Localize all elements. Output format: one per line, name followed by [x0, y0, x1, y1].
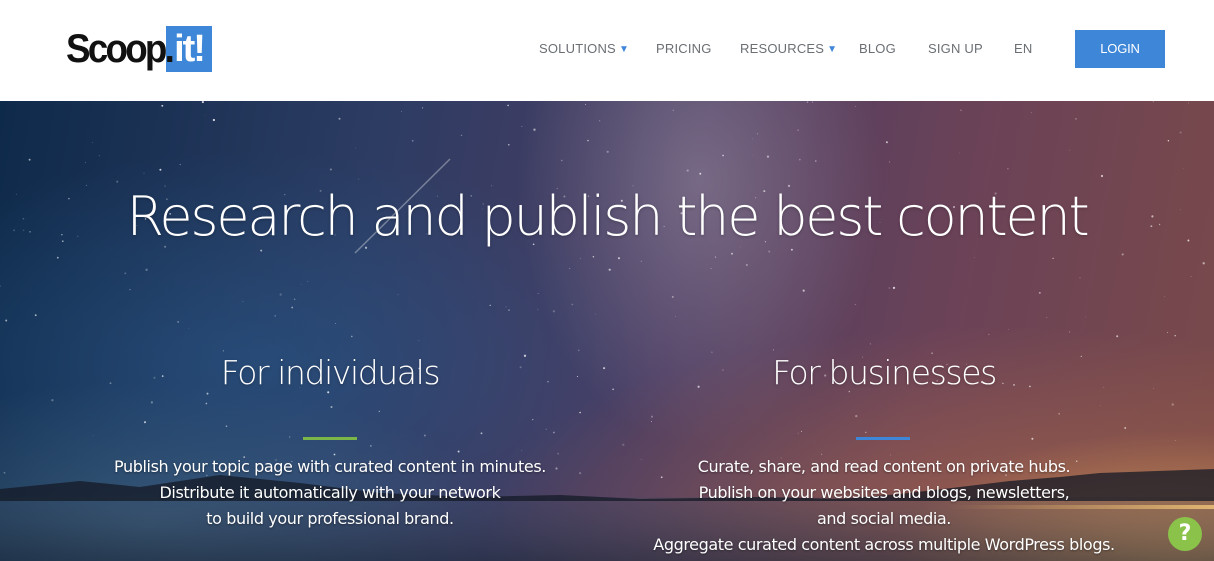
nav-pricing[interactable]: PRICING — [656, 36, 712, 62]
businesses-line: and social media. — [816, 509, 951, 528]
businesses-line: Publish on your websites and blogs, news… — [698, 483, 1070, 502]
businesses-line: Curate, share, and read content on priva… — [697, 457, 1071, 476]
logo-wordmark: Scoop. — [66, 27, 175, 71]
help-button[interactable]: ? — [1168, 517, 1202, 551]
businesses-accent-line — [856, 437, 910, 440]
chevron-down-icon: ▼ — [618, 44, 630, 55]
nav-resources[interactable]: RESOURCES ▼ — [740, 36, 837, 62]
site-header: Scoop. it! SOLUTIONS ▼ PRICING RESOURCES ▼ … — [0, 0, 1214, 101]
hero-section: Research and publish the best content Fo… — [0, 101, 1214, 561]
nav-language[interactable]: EN — [1014, 36, 1032, 62]
nav-resources-label: RESOURCES — [740, 41, 825, 56]
individuals-line: to build your professional brand. — [206, 509, 454, 528]
hero-title: Research and publish the best content — [126, 185, 1089, 248]
scoopit-logo[interactable]: Scoop. it! — [66, 26, 212, 72]
nav-blog-label: BLOG — [859, 41, 896, 56]
chevron-down-icon: ▼ — [827, 44, 838, 55]
individuals-line: Distribute it automatically with your ne… — [159, 483, 501, 502]
individuals-accent-line — [303, 437, 357, 440]
businesses-line: Aggregate curated content across multipl… — [653, 535, 1115, 554]
individuals-line: Publish your topic page with curated con… — [114, 457, 546, 476]
nav-solutions[interactable]: SOLUTIONS ▼ — [539, 36, 629, 62]
logo-it-box: it! — [166, 26, 212, 72]
individuals-description: Publish your topic page with curated con… — [90, 454, 570, 532]
individuals-title: For individuals — [220, 353, 441, 392]
nav-sign-up-label: SIGN UP — [928, 41, 983, 56]
businesses-title: For businesses — [772, 353, 997, 392]
nav-pricing-label: PRICING — [656, 41, 712, 56]
nav-language-label: EN — [1014, 41, 1033, 56]
businesses-description: Curate, share, and read content on priva… — [614, 454, 1154, 558]
nav-blog[interactable]: BLOG — [859, 36, 896, 62]
login-button[interactable]: LOGIN — [1075, 30, 1165, 68]
nav-sign-up[interactable]: SIGN UP — [928, 36, 983, 62]
nav-solutions-label: SOLUTIONS — [539, 41, 616, 56]
